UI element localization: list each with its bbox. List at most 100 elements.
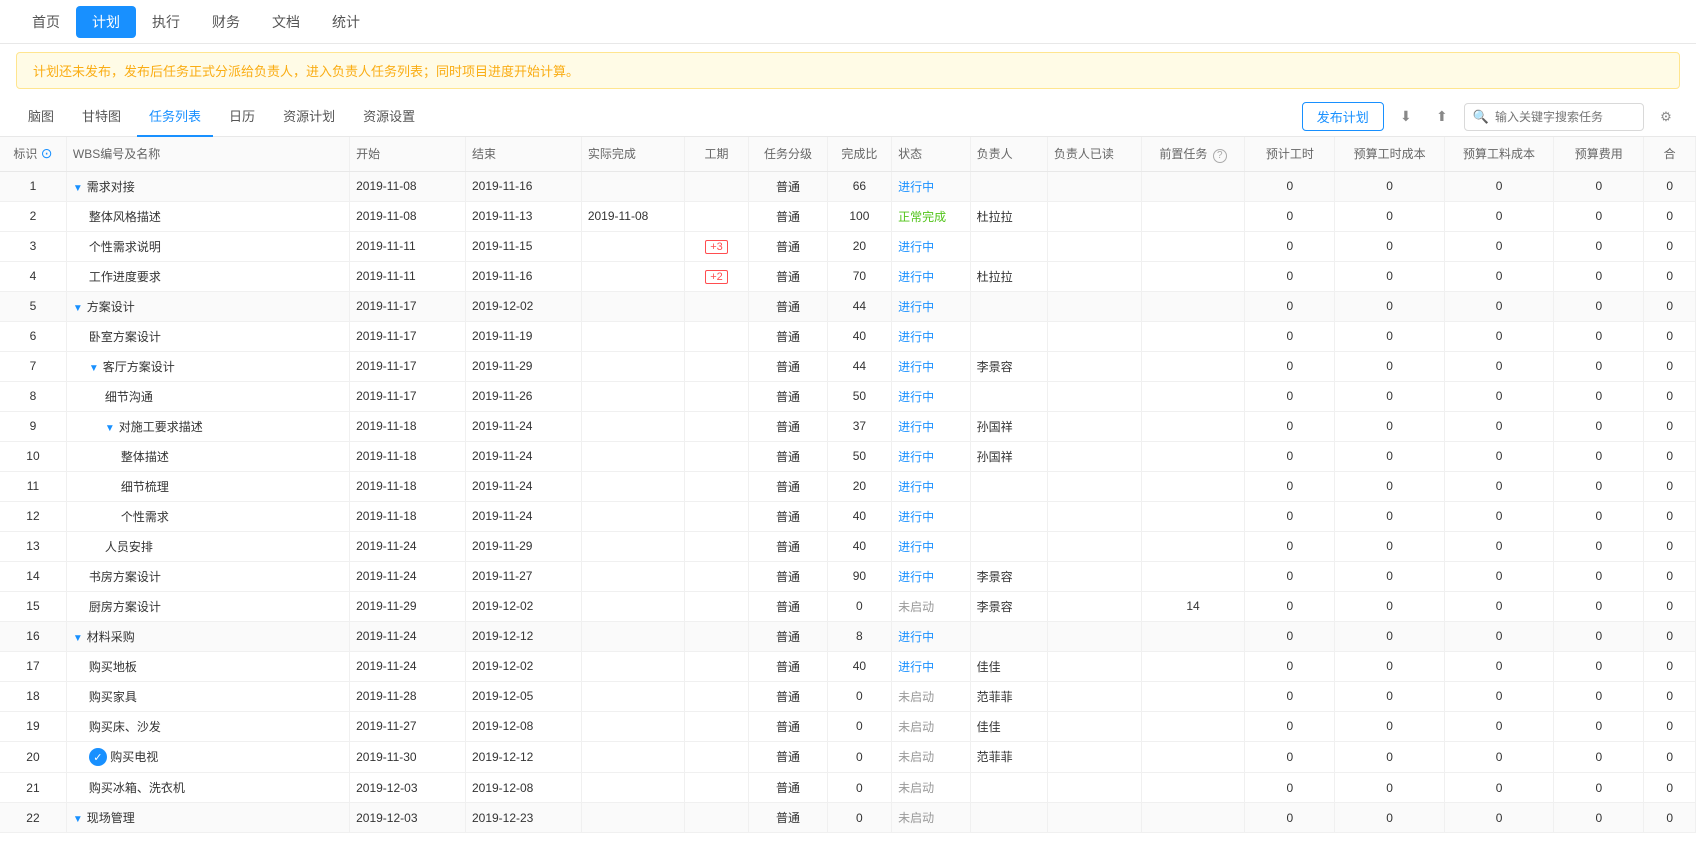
cell-name[interactable]: ▼需求对接 — [66, 171, 349, 201]
cell-read — [1047, 201, 1141, 231]
cell-work — [684, 531, 748, 561]
subnav-gantt[interactable]: 甘特图 — [70, 97, 133, 137]
cell-predecessor — [1141, 651, 1244, 681]
subnav-mindmap[interactable]: 脑图 — [16, 97, 66, 137]
col-header-est-time: 预计工时 — [1245, 137, 1335, 171]
cell-start: 2019-11-30 — [350, 741, 466, 773]
nav-finance[interactable]: 财务 — [196, 0, 256, 44]
cell-name[interactable]: 整体描述 — [66, 441, 349, 471]
cell-name[interactable]: ▼材料采购 — [66, 621, 349, 651]
cell-progress: 90 — [827, 561, 891, 591]
cell-est-labor-cost: 0 — [1444, 471, 1553, 501]
cell-name[interactable]: ▼方案设计 — [66, 291, 349, 321]
subnav-resource-settings[interactable]: 资源设置 — [351, 97, 427, 137]
cell-read — [1047, 351, 1141, 381]
nav-docs[interactable]: 文档 — [256, 0, 316, 44]
cell-read — [1047, 231, 1141, 261]
cell-id: 17 — [0, 651, 66, 681]
cell-name[interactable]: ▼现场管理 — [66, 803, 349, 833]
cell-name[interactable]: 购买家具 — [66, 681, 349, 711]
settings-icon[interactable]: ⚙ — [1652, 103, 1680, 131]
search-input[interactable] — [1495, 110, 1635, 124]
subnav-tasklist[interactable]: 任务列表 — [137, 97, 213, 137]
nav-plan[interactable]: 计划 — [76, 6, 136, 38]
cell-id: 9 — [0, 411, 66, 441]
expand-icon[interactable]: ▼ — [73, 303, 83, 314]
cell-est-time-cost: 0 — [1335, 321, 1444, 351]
table-row: 1▼需求对接2019-11-082019-11-16普通66进行中00000 — [0, 171, 1696, 201]
cell-name[interactable]: 厨房方案设计 — [66, 591, 349, 621]
cell-est-time: 0 — [1245, 531, 1335, 561]
cell-est-expense: 0 — [1554, 261, 1644, 291]
expand-icon[interactable]: ▼ — [73, 814, 83, 825]
cell-name[interactable]: ✓ 购买电视 — [66, 741, 349, 773]
cell-name[interactable]: 细节梳理 — [66, 471, 349, 501]
status-badge: 进行中 — [898, 510, 934, 524]
cell-name[interactable]: 细节沟通 — [66, 381, 349, 411]
cell-work — [684, 411, 748, 441]
cell-name[interactable]: 书房方案设计 — [66, 561, 349, 591]
subnav-calendar[interactable]: 日历 — [217, 97, 267, 137]
cell-name[interactable]: 个性需求 — [66, 501, 349, 531]
cell-priority: 普通 — [749, 531, 828, 561]
cell-assignee: 佳佳 — [970, 651, 1047, 681]
cell-work — [684, 561, 748, 591]
cell-name[interactable]: 工作进度要求 — [66, 261, 349, 291]
col-header-actual: 实际完成 — [581, 137, 684, 171]
cell-id: 22 — [0, 803, 66, 833]
expand-icon[interactable]: ▼ — [105, 423, 115, 434]
cell-name[interactable]: ▼对施工要求描述 — [66, 411, 349, 441]
cell-actual — [581, 651, 684, 681]
cell-actual — [581, 803, 684, 833]
cell-id: 21 — [0, 773, 66, 803]
cell-status: 进行中 — [892, 441, 971, 471]
cell-start: 2019-12-03 — [350, 803, 466, 833]
cell-assignee: 李景容 — [970, 351, 1047, 381]
cell-end: 2019-12-02 — [465, 291, 581, 321]
cell-actual — [581, 381, 684, 411]
help-icon[interactable]: ? — [1213, 149, 1227, 163]
cell-progress: 100 — [827, 201, 891, 231]
cell-status: 进行中 — [892, 561, 971, 591]
cell-id: 2 — [0, 201, 66, 231]
cell-actual — [581, 773, 684, 803]
cell-total: 0 — [1644, 171, 1696, 201]
cell-name[interactable]: 个性需求说明 — [66, 231, 349, 261]
cell-progress: 50 — [827, 441, 891, 471]
col-header-end: 结束 — [465, 137, 581, 171]
cell-est-time: 0 — [1245, 741, 1335, 773]
expand-icon[interactable]: ▼ — [73, 183, 83, 194]
expand-icon[interactable]: ▼ — [73, 633, 83, 644]
cell-name[interactable]: 卧室方案设计 — [66, 321, 349, 351]
cell-progress: 0 — [827, 681, 891, 711]
cell-start: 2019-11-27 — [350, 711, 466, 741]
cell-est-time-cost: 0 — [1335, 591, 1444, 621]
task-table: 标识 ⊙ WBS编号及名称 开始 结束 实际完成 工期 任务分级 完成比 状态 … — [0, 137, 1696, 833]
nav-execute[interactable]: 执行 — [136, 0, 196, 44]
table-row: 9▼对施工要求描述2019-11-182019-11-24普通37进行中孙国祥0… — [0, 411, 1696, 441]
cell-name[interactable]: 购买冰箱、洗衣机 — [66, 773, 349, 803]
cell-name[interactable]: 购买床、沙发 — [66, 711, 349, 741]
cell-work — [684, 171, 748, 201]
status-badge: 未启动 — [898, 720, 934, 734]
expand-icon[interactable]: ▼ — [89, 363, 99, 374]
upload-icon[interactable]: ⬆ — [1428, 103, 1456, 131]
cell-name[interactable]: 整体风格描述 — [66, 201, 349, 231]
cell-name[interactable]: 购买地板 — [66, 651, 349, 681]
nav-home[interactable]: 首页 — [16, 0, 76, 44]
cell-est-expense: 0 — [1554, 591, 1644, 621]
publish-button[interactable]: 发布计划 — [1302, 102, 1384, 131]
col-header-wbs: WBS编号及名称 — [66, 137, 349, 171]
cell-est-time: 0 — [1245, 471, 1335, 501]
cell-name[interactable]: ▼客厅方案设计 — [66, 351, 349, 381]
cell-status: 进行中 — [892, 471, 971, 501]
cell-assignee — [970, 381, 1047, 411]
download-icon[interactable]: ⬇ — [1392, 103, 1420, 131]
cell-total: 0 — [1644, 381, 1696, 411]
subnav-resource-plan[interactable]: 资源计划 — [271, 97, 347, 137]
cell-status: 进行中 — [892, 651, 971, 681]
cell-read — [1047, 651, 1141, 681]
nav-stats[interactable]: 统计 — [316, 0, 376, 44]
cell-name[interactable]: 人员安排 — [66, 531, 349, 561]
status-badge: 进行中 — [898, 630, 934, 644]
